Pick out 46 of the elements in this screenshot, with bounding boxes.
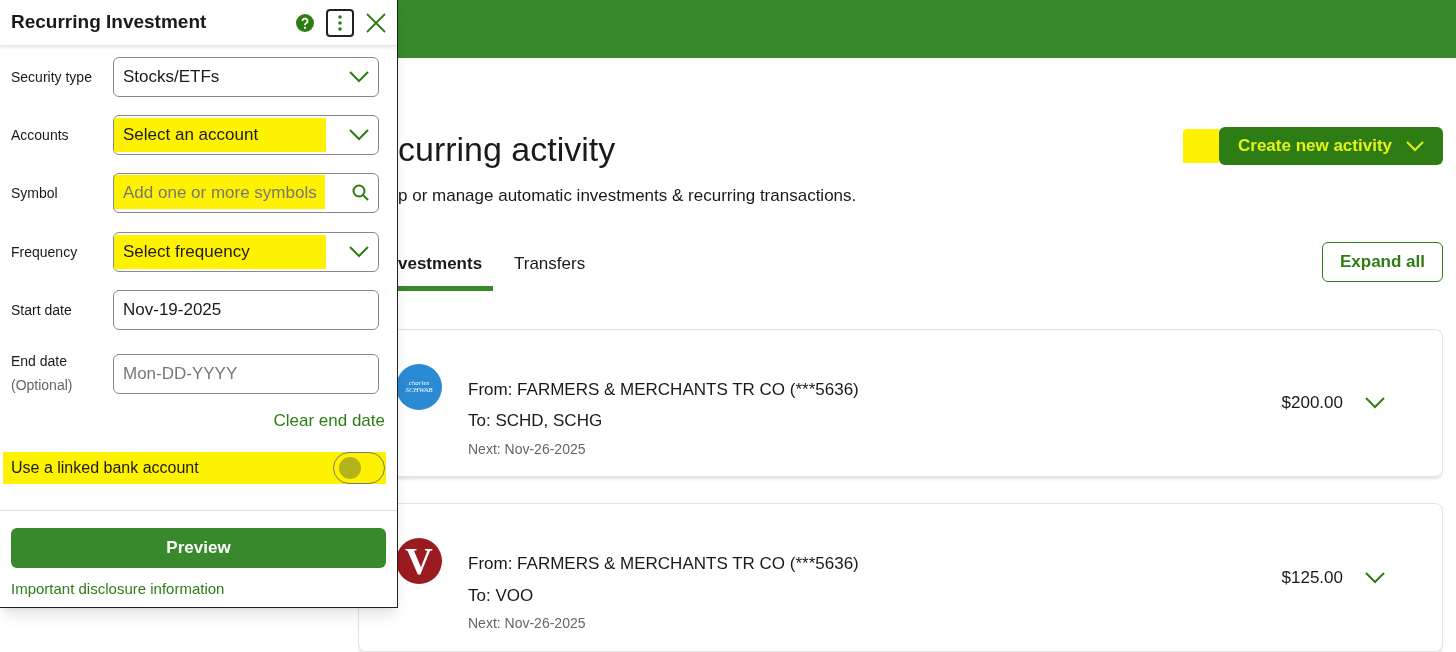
expand-button[interactable] [1365, 396, 1385, 409]
chevron-down-icon [349, 71, 369, 83]
field-label: Symbol [11, 183, 59, 203]
select-field[interactable]: Select an account [113, 115, 379, 155]
page-title: curring activity [398, 129, 617, 170]
page-subtitle: p or manage automatic investments & recurring transactions. [398, 185, 858, 207]
panel-title: Recurring Investment [11, 10, 208, 35]
expand-button[interactable] [1365, 571, 1385, 584]
kebab-icon [338, 14, 342, 31]
search-icon [352, 184, 369, 201]
from-account: From: FARMERS & MERCHANTS TR CO (***5636) [468, 553, 860, 576]
close-icon[interactable] [366, 12, 386, 33]
next-date: Next: Nov-26-2025 [468, 614, 587, 634]
field-label: Security type [11, 67, 93, 87]
clear-end-date-link[interactable]: Clear end date [273, 408, 385, 434]
more-options-button[interactable] [326, 8, 354, 37]
to-symbols: To: VOO [468, 584, 535, 607]
select-field[interactable]: Stocks/ETFs [113, 57, 379, 97]
field-label: Accounts [11, 125, 70, 145]
logo-badge: V [396, 538, 442, 585]
field-label: Frequency [11, 242, 79, 262]
help-icon[interactable] [296, 13, 314, 32]
input-field[interactable]: Mon-DD-YYYY [113, 353, 379, 394]
tab[interactable]: Transfers [493, 241, 607, 291]
field-label: Start date [11, 300, 73, 320]
chevron-down-icon [1365, 396, 1385, 409]
expand-all-button[interactable]: Expand all [1322, 241, 1443, 282]
toggle-label: Use a linked bank account [11, 457, 200, 478]
next-date: Next: Nov-26-2025 [468, 439, 587, 459]
chevron-down-icon [1406, 140, 1424, 152]
highlighter-mark [1183, 129, 1219, 163]
select-field[interactable]: Select frequency [113, 232, 379, 272]
amount: $125.00 [1281, 566, 1343, 589]
chevron-down-icon [349, 246, 369, 258]
create-activity-button[interactable]: Create new activity [1219, 127, 1443, 165]
optional-note: (Optional) [11, 376, 74, 395]
to-symbols: To: SCHD, SCHG [468, 410, 604, 432]
amount: $200.00 [1281, 392, 1343, 415]
chevron-down-icon [1365, 571, 1385, 584]
chevron-down-icon [349, 129, 369, 141]
preview-button[interactable]: Preview [11, 527, 386, 568]
from-account: From: FARMERS & MERCHANTS TR CO (***5636) [468, 378, 860, 401]
field-label: End date [11, 352, 69, 371]
disclosure-link[interactable]: Important disclosure information [11, 577, 386, 600]
input-field[interactable]: Nov-19-2025 [113, 290, 379, 330]
search-field[interactable]: Add one or more symbols [113, 173, 379, 213]
